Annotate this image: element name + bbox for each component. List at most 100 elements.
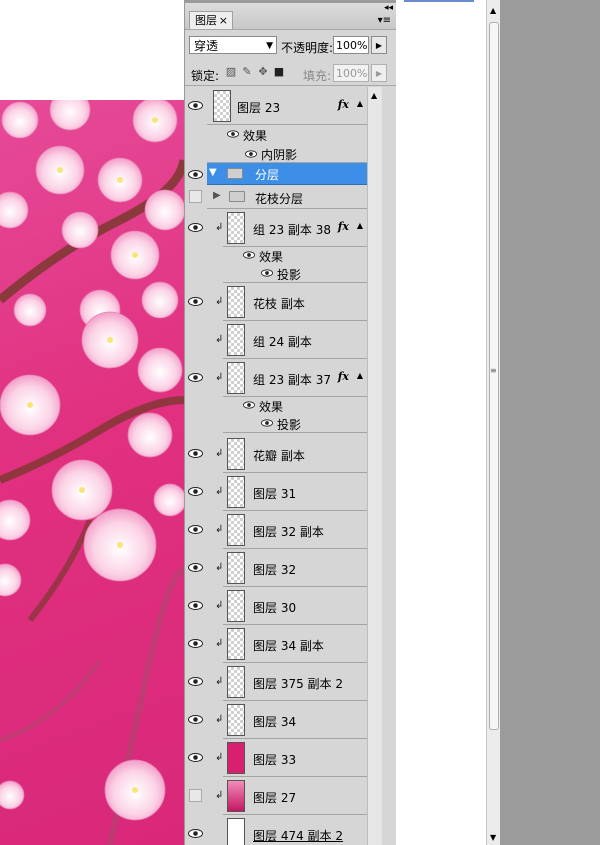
clip-arrow-icon: ↲ — [215, 486, 224, 497]
group-row[interactable]: ▶ 花枝分层 — [185, 185, 367, 209]
layer-row[interactable]: ↲ 图层 31 — [185, 473, 367, 511]
clip-arrow-icon: ↲ — [215, 222, 224, 233]
opacity-input[interactable]: 100% — [333, 36, 369, 54]
layer-row[interactable]: ↲ 组 23 副本 37 fx ▲ — [185, 359, 367, 397]
tab-layers[interactable]: 图层 × — [189, 11, 233, 29]
eye-icon[interactable] — [243, 401, 255, 409]
eye-icon[interactable] — [188, 525, 203, 534]
eye-icon[interactable] — [188, 223, 203, 232]
document-canvas[interactable] — [0, 0, 184, 845]
clip-arrow-icon: ↲ — [215, 752, 224, 763]
eye-icon[interactable] — [188, 373, 203, 382]
clip-arrow-icon: ↲ — [215, 372, 224, 383]
layer-name: 图层 32 — [253, 563, 297, 577]
layer-thumbnail — [227, 362, 245, 394]
scroll-up-icon[interactable]: ▲ — [371, 91, 377, 100]
eye-icon[interactable] — [188, 487, 203, 496]
eye-icon[interactable] — [243, 251, 255, 259]
eye-icon[interactable] — [245, 150, 257, 158]
effect-inner-shadow-row[interactable]: 内阴影 — [185, 145, 367, 163]
fx-icon[interactable]: fx — [338, 98, 349, 111]
eye-icon[interactable] — [188, 563, 203, 572]
eye-icon[interactable] — [188, 170, 203, 179]
layer-row[interactable]: ↲ 图层 30 — [185, 587, 367, 625]
eye-icon[interactable] — [188, 601, 203, 610]
eye-icon[interactable] — [188, 639, 203, 648]
eye-icon[interactable] — [188, 677, 203, 686]
layer-list-scrollbar[interactable]: ▲ — [367, 87, 382, 845]
layer-name: 图层 34 副本 — [253, 639, 324, 653]
visibility-off-box[interactable] — [189, 789, 202, 802]
effect-drop-shadow-row[interactable]: 投影 — [185, 265, 367, 283]
eye-icon[interactable] — [188, 829, 203, 838]
eye-icon[interactable] — [188, 297, 203, 306]
scroll-down-icon[interactable]: ▼ — [490, 833, 496, 842]
layer-row[interactable]: ↲ 图层 32 — [185, 549, 367, 587]
layer-row[interactable]: ↲ 花瓣 副本 — [185, 435, 367, 473]
lock-brush-icon[interactable]: ✎ — [241, 66, 253, 78]
expand-effects-icon[interactable]: ▲ — [357, 371, 363, 380]
expand-effects-icon[interactable]: ▲ — [357, 221, 363, 230]
blend-opacity-row: 穿透 ▼ 不透明度: 100% ▶ — [185, 33, 397, 57]
fx-icon[interactable]: fx — [338, 370, 349, 383]
scrollbar-thumb[interactable] — [489, 22, 499, 730]
clip-arrow-icon: ↲ — [215, 524, 224, 535]
scroll-up-icon[interactable]: ▲ — [490, 6, 496, 15]
collapse-panel-icon[interactable]: ◂◂ — [384, 3, 393, 13]
opacity-slider-arrow[interactable]: ▶ — [371, 36, 387, 54]
effects-label: 效果 — [259, 250, 284, 264]
layer-row[interactable]: ↲ 图层 375 副本 2 — [185, 663, 367, 701]
layer-name: 花枝 副本 — [253, 297, 305, 311]
group-name: 花枝分层 — [255, 192, 304, 206]
layer-name: 图层 474 副本 2 — [253, 829, 343, 843]
lock-all-icon[interactable]: ■ — [273, 66, 285, 78]
layer-row[interactable]: ↲ 组 23 副本 38 fx ▲ — [185, 209, 367, 247]
eye-icon[interactable] — [188, 753, 203, 762]
panel-tab-bar: 图层 × ◂◂ ▾≡ — [185, 3, 397, 30]
layer-row[interactable]: 图层 23 fx ▲ — [185, 87, 367, 125]
layer-thumbnail — [213, 90, 231, 122]
eye-icon[interactable] — [188, 449, 203, 458]
layer-row[interactable]: ↲ 图层 34 副本 — [185, 625, 367, 663]
effect-drop-shadow-row[interactable]: 投影 — [185, 415, 367, 433]
layer-row[interactable]: ↲ 图层 34 — [185, 701, 367, 739]
layer-row[interactable]: ↲ 图层 33 — [185, 739, 367, 777]
effects-label: 效果 — [243, 129, 268, 143]
lock-transparent-icon[interactable]: ▨ — [225, 66, 237, 78]
blend-mode-value: 穿透 — [194, 39, 219, 53]
panel-menu-icon[interactable]: ▾≡ — [378, 15, 391, 26]
layer-name: 图层 375 副本 2 — [253, 677, 343, 691]
document-scrollbar[interactable]: ▲ ≡ ▼ — [486, 0, 501, 845]
clip-arrow-icon: ↲ — [215, 714, 224, 725]
collapsed-triangle-icon[interactable]: ▶ — [213, 190, 221, 201]
layer-row[interactable]: 图层 474 副本 2 — [185, 815, 367, 845]
effect-drop-shadow-label: 投影 — [277, 418, 302, 432]
folder-icon — [229, 191, 245, 202]
fill-slider-arrow[interactable]: ▶ — [371, 64, 387, 82]
eye-icon[interactable] — [261, 419, 273, 427]
lock-move-icon[interactable]: ✥ — [257, 66, 269, 78]
layer-row[interactable]: ↲ 图层 27 — [185, 777, 367, 815]
eye-icon[interactable] — [227, 130, 239, 138]
group-row-selected[interactable]: ▼ 分层 — [185, 163, 367, 185]
layer-row[interactable]: ↲ 图层 32 副本 — [185, 511, 367, 549]
layer-row[interactable]: ↲ 组 24 副本 — [185, 321, 367, 359]
expanded-triangle-icon[interactable]: ▼ — [209, 167, 217, 178]
close-icon[interactable]: × — [219, 12, 228, 30]
fill-input[interactable]: 100% — [333, 64, 369, 82]
fx-icon[interactable]: fx — [338, 220, 349, 233]
visibility-off-box[interactable] — [189, 190, 202, 203]
blend-mode-select[interactable]: 穿透 ▼ — [189, 36, 277, 54]
layer-name: 图层 32 副本 — [253, 525, 324, 539]
eye-icon[interactable] — [188, 715, 203, 724]
expand-effects-icon[interactable]: ▲ — [357, 99, 363, 108]
layer-thumbnail — [227, 742, 245, 774]
blossom-illustration — [0, 100, 184, 845]
grip-icon: ≡ — [490, 366, 497, 375]
clip-arrow-icon: ↲ — [215, 448, 224, 459]
eye-icon[interactable] — [188, 101, 203, 110]
group-name: 分层 — [255, 168, 280, 182]
layer-name: 组 23 副本 37 — [253, 373, 331, 387]
eye-icon[interactable] — [261, 269, 273, 277]
layer-row[interactable]: ↲ 花枝 副本 — [185, 283, 367, 321]
